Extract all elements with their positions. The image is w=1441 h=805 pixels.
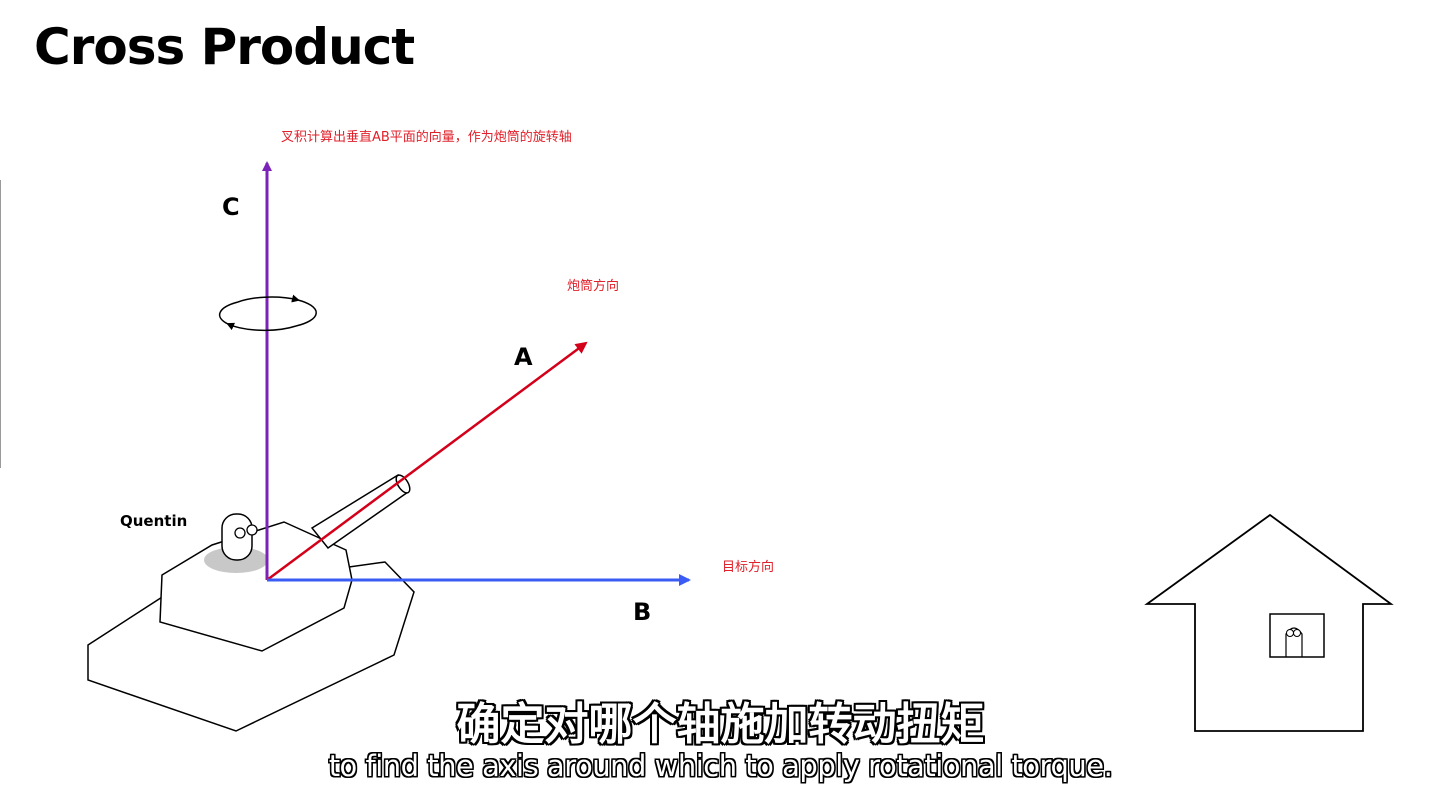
subtitle-chinese: 确定对哪个轴施加转动扭矩 <box>456 699 985 750</box>
barrel-direction-annotation: 炮筒方向 <box>567 278 619 294</box>
cross-product-diagram: C A B Quentin 叉积计算出垂直AB平面的向量，作为炮筒的旋转轴 炮筒… <box>87 129 1394 732</box>
vector-b-label: B <box>633 598 651 626</box>
cross-product-annotation: 叉积计算出垂直AB平面的向量，作为炮筒的旋转轴 <box>281 129 572 145</box>
target-direction-annotation: 目标方向 <box>722 559 774 575</box>
vector-c-label: C <box>222 193 240 221</box>
subtitle-english: to find the axis around which to apply r… <box>328 749 1113 783</box>
vector-a-label: A <box>514 343 533 371</box>
vector-a-arrow <box>266 341 588 582</box>
character-label: Quentin <box>120 512 187 530</box>
